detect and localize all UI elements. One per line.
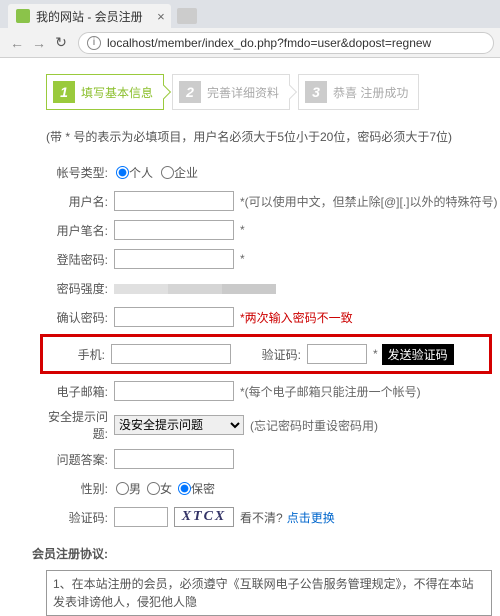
captcha-label: 验证码:	[46, 509, 108, 526]
captcha-input[interactable]	[114, 507, 168, 527]
agreement-text: 1、在本站注册的会员，必须遵守《互联网电子公告服务管理规定》，不得在本站发表诽谤…	[46, 570, 492, 616]
email-hint: *(每个电子邮箱只能注册一个帐号)	[240, 383, 421, 400]
tab-title: 我的网站 - 会员注册	[36, 8, 143, 25]
back-icon[interactable]: ←	[8, 35, 26, 51]
step-num-icon: 1	[53, 81, 75, 103]
acct-personal-radio[interactable]	[116, 166, 129, 179]
gender-female-radio[interactable]	[147, 482, 160, 495]
browser-toolbar: ← → ↻ i localhost/member/index_do.php?fm…	[0, 28, 500, 58]
vcode-star: *	[373, 347, 378, 361]
captcha-image: XTCX	[174, 507, 234, 527]
email-label: 电子邮箱:	[46, 383, 108, 400]
radio-label: 保密	[191, 480, 215, 497]
acct-company-radio[interactable]	[161, 166, 174, 179]
radio-label: 企业	[174, 164, 198, 181]
question-label: 安全提示问题:	[46, 408, 108, 442]
close-icon[interactable]: ×	[157, 9, 165, 24]
strength-label: 密码强度:	[46, 280, 108, 297]
password-strength-meter	[114, 283, 276, 293]
step-label: 恭喜 注册成功	[333, 84, 408, 101]
gender-male-radio[interactable]	[116, 482, 129, 495]
nickname-input[interactable]	[114, 220, 234, 240]
step-indicator: 1 填写基本信息 2 完善详细资料 3 恭喜 注册成功	[0, 68, 500, 122]
nickname-label: 用户笔名:	[46, 222, 108, 239]
send-code-button[interactable]: 发送验证码	[382, 344, 454, 365]
confirm-error: *两次输入密码不一致	[240, 309, 353, 326]
username-input[interactable]	[114, 191, 234, 211]
phone-label: 手机:	[43, 346, 105, 363]
password-hint: *	[240, 252, 245, 266]
step-label: 填写基本信息	[81, 84, 153, 101]
radio-label: 个人	[129, 164, 153, 181]
acct-type-label: 帐号类型:	[46, 164, 108, 181]
step-3: 3 恭喜 注册成功	[298, 74, 419, 110]
step-2: 2 完善详细资料	[172, 74, 290, 110]
new-tab-button[interactable]	[177, 8, 197, 24]
vcode-label: 验证码:	[251, 346, 301, 363]
gender-secret-radio[interactable]	[178, 482, 191, 495]
gender-label: 性别:	[46, 480, 108, 497]
phone-input[interactable]	[111, 344, 231, 364]
address-bar[interactable]: i localhost/member/index_do.php?fmdo=use…	[78, 32, 494, 54]
highlighted-section: 手机: 验证码: * 发送验证码	[40, 334, 492, 374]
form-note: (带 * 号的表示为必填项目，用户名必须大于5位小于20位，密码必须大于7位)	[0, 122, 500, 155]
step-label: 完善详细资料	[207, 84, 279, 101]
agreement-label: 会员注册协议:	[28, 545, 108, 562]
confirm-label: 确认密码:	[46, 309, 108, 326]
radio-label: 女	[160, 480, 172, 497]
radio-label: 男	[129, 480, 141, 497]
step-num-icon: 3	[305, 81, 327, 103]
sms-code-input[interactable]	[307, 344, 367, 364]
browser-tab[interactable]: 我的网站 - 会员注册 ×	[8, 4, 171, 28]
info-icon[interactable]: i	[87, 36, 101, 50]
question-hint: (忘记密码时重设密码用)	[250, 417, 378, 434]
step-1: 1 填写基本信息	[46, 74, 164, 110]
password-input[interactable]	[114, 249, 234, 269]
username-label: 用户名:	[46, 193, 108, 210]
url-text: localhost/member/index_do.php?fmdo=user&…	[107, 36, 431, 50]
step-num-icon: 2	[179, 81, 201, 103]
security-question-select[interactable]: 没安全提示问题	[114, 415, 244, 435]
password-label: 登陆密码:	[46, 251, 108, 268]
forward-icon[interactable]: →	[30, 35, 48, 51]
captcha-refresh-link[interactable]: 点击更换	[287, 509, 335, 526]
favicon	[16, 9, 30, 23]
email-input[interactable]	[114, 381, 234, 401]
answer-input[interactable]	[114, 449, 234, 469]
answer-label: 问题答案:	[46, 451, 108, 468]
browser-tabbar: 我的网站 - 会员注册 ×	[0, 0, 500, 28]
reload-icon[interactable]: ↻	[52, 34, 70, 51]
nickname-hint: *	[240, 223, 245, 237]
confirm-password-input[interactable]	[114, 307, 234, 327]
username-hint: *(可以使用中文，但禁止除[@][.]以外的特殊符号)	[240, 193, 498, 210]
captcha-question: 看不清?	[240, 509, 283, 526]
